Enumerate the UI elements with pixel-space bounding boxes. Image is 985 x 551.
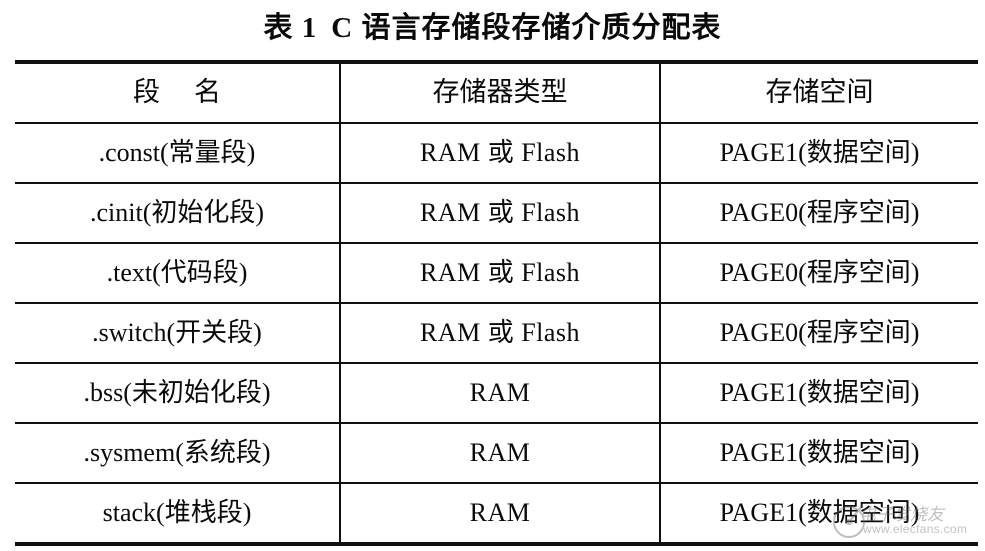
table-row: .text(代码段) RAM 或 Flash PAGE0(程序空间): [15, 242, 978, 304]
table-row: .const(常量段) RAM 或 Flash PAGE1(数据空间): [15, 122, 978, 184]
cell-segment-name: .const(常量段): [15, 122, 340, 184]
caption-label-number: 表 1: [264, 12, 318, 44]
cell-memory-type: RAM: [339, 482, 661, 546]
table-row: .switch(开关段) RAM 或 Flash PAGE0(程序空间): [15, 302, 978, 364]
table-row: .bss(未初始化段) RAM PAGE1(数据空间): [15, 362, 978, 424]
cell-segment-name: .sysmem(系统段): [15, 422, 340, 484]
column-header-memory-space: 存储空间: [660, 60, 978, 124]
header-char-2: 名: [194, 77, 221, 108]
cell-segment-name: .cinit(初始化段): [15, 182, 340, 244]
cell-segment-name: .text(代码段): [15, 242, 340, 304]
caption-number: 1: [301, 12, 318, 44]
cell-segment-name: .switch(开关段): [15, 302, 340, 364]
table-header-row: 段名 存储器类型 存储空间: [15, 60, 978, 124]
cell-memory-space: PAGE0(程序空间): [660, 182, 978, 244]
cell-segment-name: .bss(未初始化段): [15, 362, 340, 424]
table-body: .const(常量段) RAM 或 Flash PAGE1(数据空间) .cin…: [15, 122, 978, 546]
cell-memory-space: PAGE0(程序空间): [660, 302, 978, 364]
caption-title: C 语言存储段存储介质分配表: [331, 12, 722, 44]
column-header-segment-name: 段名: [15, 60, 340, 124]
cell-memory-type: RAM 或 Flash: [339, 122, 661, 184]
table-row: .cinit(初始化段) RAM 或 Flash PAGE0(程序空间): [15, 182, 978, 244]
table-row: stack(堆栈段) RAM PAGE1(数据空间): [15, 482, 978, 546]
document-page: 表 1C 语言存储段存储介质分配表 段名 存储器类型 存储空间 .const(常…: [0, 0, 985, 551]
column-header-memory-type: 存储器类型: [339, 60, 661, 124]
cell-memory-space: PAGE1(数据空间): [660, 362, 978, 424]
cell-memory-type: RAM 或 Flash: [339, 182, 661, 244]
table-caption: 表 1 C 语言存储段存储介质分配表: [0, 9, 985, 47]
table-header: 段名 存储器类型 存储空间: [15, 60, 978, 124]
table-row: .sysmem(系统段) RAM PAGE1(数据空间): [15, 422, 978, 484]
cell-memory-space: PAGE1(数据空间): [660, 122, 978, 184]
column-header-segment-name-text: 段名: [133, 77, 221, 107]
cell-segment-name: stack(堆栈段): [15, 482, 340, 546]
table-container: 段名 存储器类型 存储空间 .const(常量段) RAM 或 Flash PA…: [15, 60, 978, 546]
cell-memory-space: PAGE0(程序空间): [660, 242, 978, 304]
cell-memory-type: RAM: [339, 362, 661, 424]
header-char-1: 段: [133, 77, 160, 108]
cell-memory-type: RAM: [339, 422, 661, 484]
caption-label: 表: [263, 12, 294, 44]
cell-memory-space: PAGE1(数据空间): [660, 482, 978, 546]
cell-memory-type: RAM 或 Flash: [339, 302, 661, 364]
cell-memory-type: RAM 或 Flash: [339, 242, 661, 304]
memory-allocation-table: 段名 存储器类型 存储空间 .const(常量段) RAM 或 Flash PA…: [15, 60, 978, 546]
cell-memory-space: PAGE1(数据空间): [660, 422, 978, 484]
